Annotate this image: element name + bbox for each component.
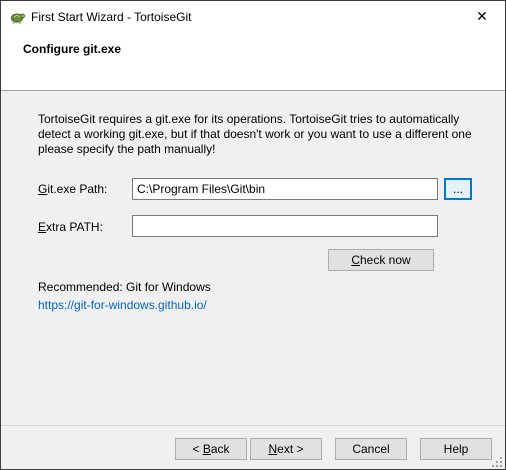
tortoise-icon [9, 9, 25, 25]
back-rest: ack [210, 442, 230, 456]
git-path-input[interactable] [132, 178, 438, 200]
window-title: First Start Wizard - TortoiseGit [31, 9, 192, 24]
title-bar[interactable]: First Start Wizard - TortoiseGit ✕ [1, 1, 505, 32]
back-accel: B [202, 442, 211, 456]
cancel-button[interactable]: Cancel [335, 438, 407, 460]
browse-button[interactable]: ... [444, 178, 472, 200]
git-path-label-rest: it.exe Path: [47, 182, 108, 196]
close-button[interactable]: ✕ [459, 1, 505, 32]
back-prefix: < [192, 442, 203, 456]
check-now-button[interactable]: Check now [328, 249, 434, 271]
next-button[interactable]: Next > [250, 438, 322, 460]
browse-button-label: ... [452, 182, 463, 196]
check-now-accel: C [351, 253, 360, 267]
wizard-footer: < Back Next > Cancel Help [1, 425, 505, 469]
wizard-window: First Start Wizard - TortoiseGit ✕ Confi… [0, 0, 506, 470]
git-for-windows-link[interactable]: https://git-for-windows.github.io/ [38, 298, 207, 312]
check-now-rest: heck now [359, 253, 411, 267]
next-rest: ext > [277, 442, 304, 456]
extra-path-label: Extra PATH: [38, 220, 103, 234]
help-button[interactable]: Help [420, 438, 492, 460]
close-icon: ✕ [476, 8, 488, 24]
resize-grip-icon[interactable] [491, 456, 503, 468]
back-button[interactable]: < Back [175, 438, 247, 460]
cancel-label: Cancel [352, 442, 390, 456]
next-accel: N [268, 442, 278, 456]
wizard-content: TortoiseGit requires a git.exe for its o… [1, 91, 505, 425]
help-label: Help [443, 442, 469, 456]
extra-path-input[interactable] [132, 215, 438, 237]
recommended-text: Recommended: Git for Windows [38, 280, 211, 294]
git-path-label-accel: G [38, 182, 48, 196]
extra-path-label-accel: E [38, 220, 47, 234]
page-title: Configure git.exe [23, 42, 122, 56]
git-path-label: Git.exe Path: [38, 182, 107, 196]
description-text: TortoiseGit requires a git.exe for its o… [38, 112, 472, 156]
wizard-header: Configure git.exe [1, 32, 505, 91]
extra-path-label-rest: xtra PATH: [46, 220, 103, 234]
